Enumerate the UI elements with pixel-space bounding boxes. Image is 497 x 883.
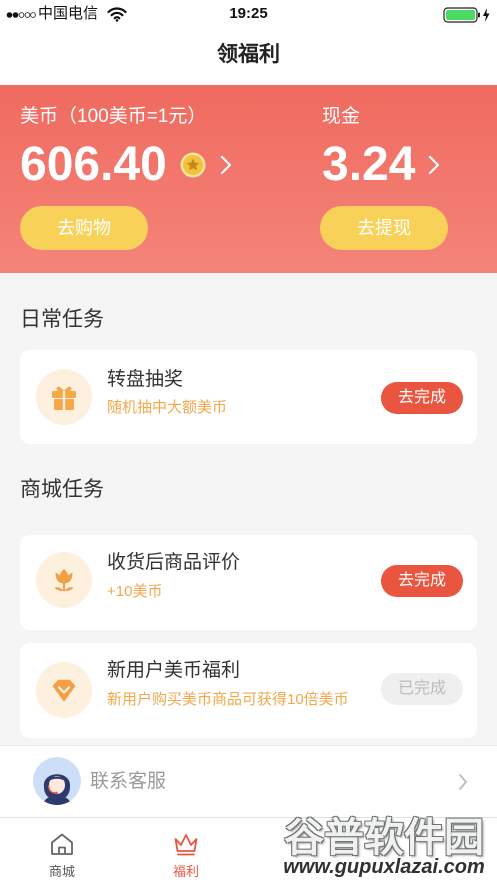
task-action-button[interactable]: 去完成: [381, 382, 463, 414]
task-icon-circle: [36, 552, 92, 608]
withdraw-button[interactable]: 去提现: [320, 206, 448, 250]
task-title: 转盘抽奖: [107, 369, 184, 390]
status-time: 19:25: [229, 5, 268, 22]
cash-balance-value: 3.24: [322, 138, 416, 191]
battery-icon: [443, 7, 490, 23]
mall-tasks-title: 商城任务: [20, 478, 104, 501]
task-card: 转盘抽奖 随机抽中大额美币 去完成: [20, 350, 477, 444]
crown-icon: [174, 834, 198, 856]
task-title: 新用户美币福利: [107, 660, 241, 681]
task-completed-badge: 已完成: [381, 673, 463, 705]
customer-service-avatar: [33, 757, 81, 805]
task-card: 新用户美币福利 新用户购买美币商品可获得10倍美币 已完成: [20, 643, 477, 738]
coin-balance-row[interactable]: 606.40: [20, 140, 260, 190]
task-reward: 随机抽中大额美币: [107, 399, 228, 416]
home-icon: [51, 833, 73, 855]
tab-welfare[interactable]: 福利: [124, 818, 248, 883]
task-icon-circle: [36, 662, 92, 718]
tab-label: 商城: [48, 864, 75, 879]
flower-icon: [54, 569, 74, 592]
balance-banner: 美币（100美币=1元） 606.40 去购物 现金 3.24 去提现: [0, 85, 497, 273]
cash-balance-label: 现金: [322, 106, 361, 127]
daily-tasks-title: 日常任务: [20, 308, 104, 331]
coin-balance-label: 美币（100美币=1元）: [20, 106, 207, 127]
page-title: 领福利: [217, 43, 280, 66]
cash-balance-section: 现金 3.24 去提现: [320, 85, 482, 273]
cash-balance-row[interactable]: 3.24: [322, 140, 462, 190]
coin-balance-section: 美币（100美币=1元） 606.40 去购物: [20, 85, 300, 273]
task-icon-circle: [36, 369, 92, 425]
coin-balance-value: 606.40: [20, 138, 167, 191]
chevron-right-icon: [428, 155, 440, 175]
tab-label: 福利: [172, 864, 199, 879]
task-card: 收货后商品评价 +10美币 去完成: [20, 535, 477, 630]
chevron-right-icon: [220, 155, 232, 175]
charging-icon: [483, 8, 490, 22]
task-reward: 新用户购买美币商品可获得10倍美币: [107, 691, 349, 708]
customer-service-row[interactable]: 联系客服: [0, 745, 497, 817]
diamond-icon: [52, 679, 76, 702]
gift-icon: [52, 386, 76, 410]
tab-bar: 商城 福利: [0, 817, 497, 883]
customer-service-label: 联系客服: [90, 771, 167, 792]
tab-mall[interactable]: 商城: [0, 818, 124, 883]
task-title: 收货后商品评价: [107, 552, 241, 573]
coin-star-icon: [180, 152, 206, 178]
go-shopping-button[interactable]: 去购物: [20, 206, 148, 250]
task-action-button[interactable]: 去完成: [381, 565, 463, 597]
task-reward: +10美币: [107, 583, 163, 600]
chevron-right-icon: [459, 774, 467, 790]
